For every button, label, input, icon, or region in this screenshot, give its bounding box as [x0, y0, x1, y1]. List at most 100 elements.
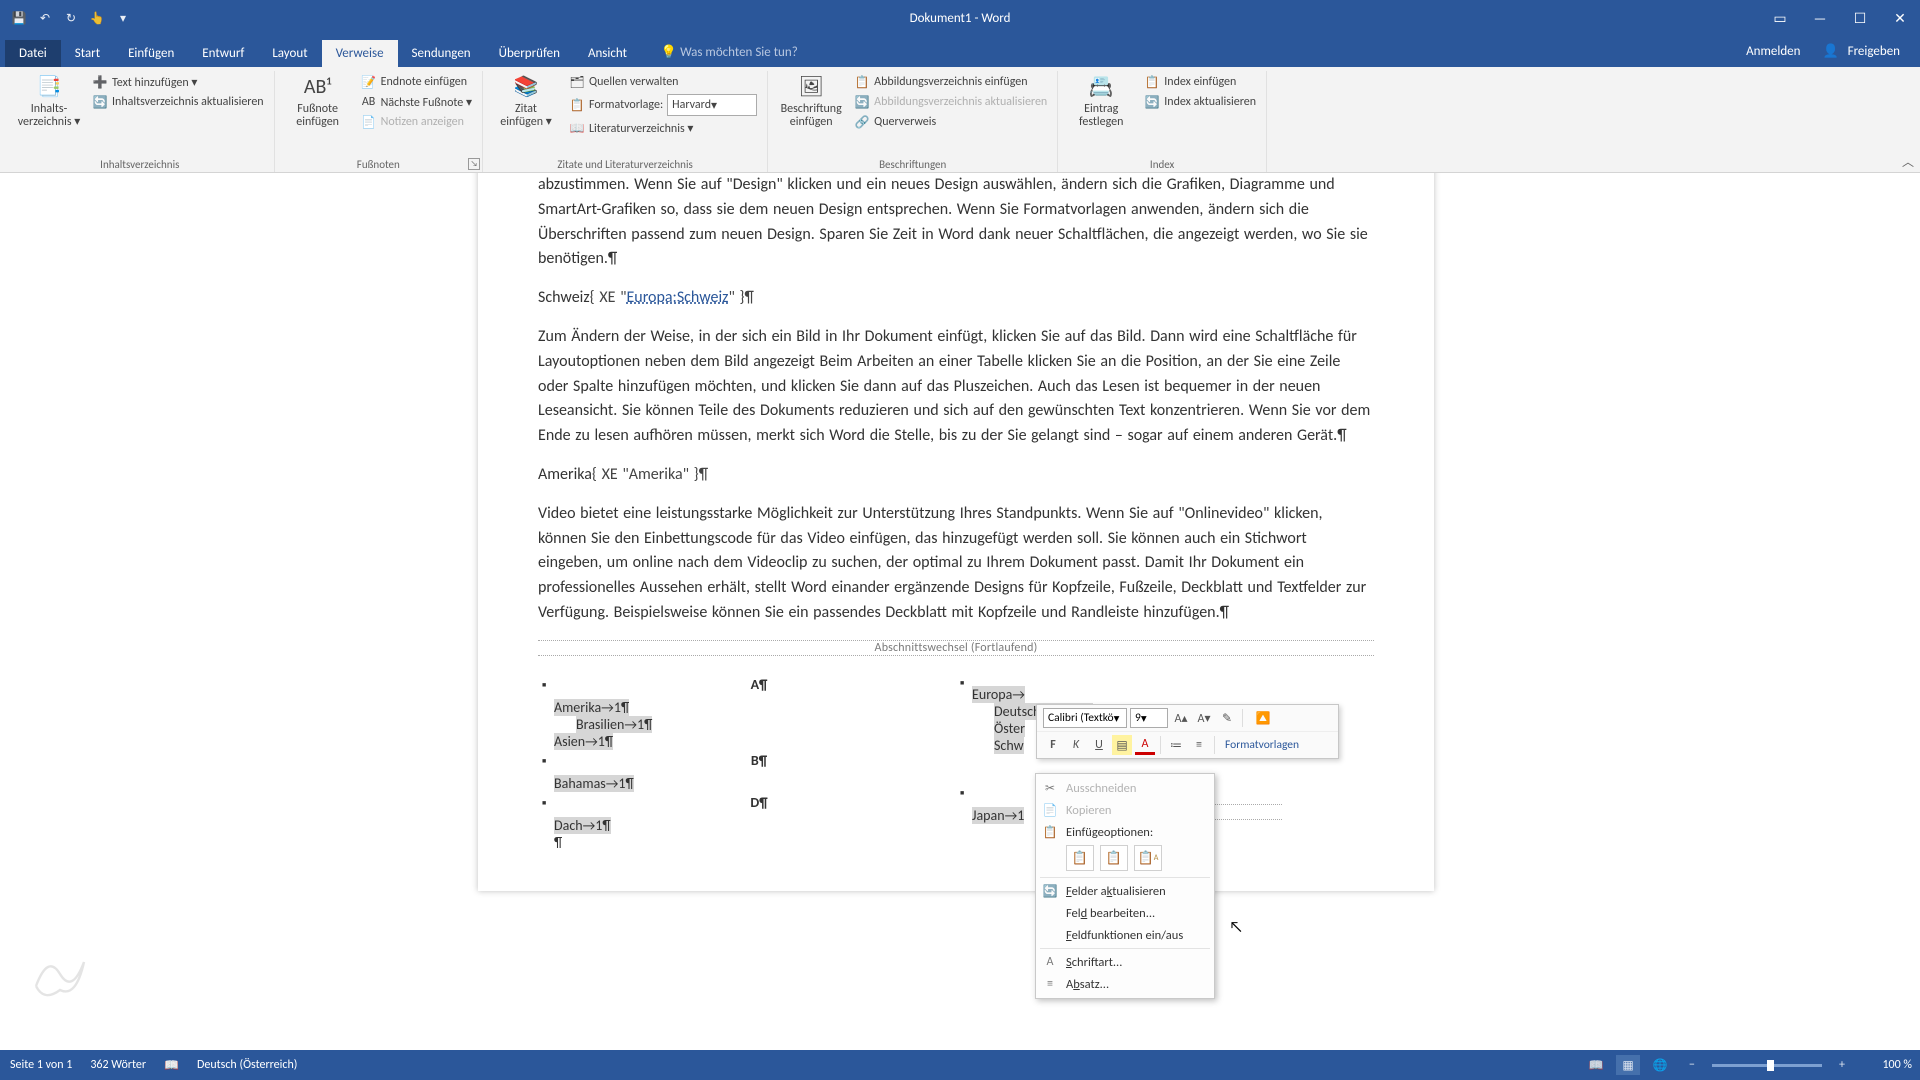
qat-redo[interactable]: ↻	[60, 8, 82, 30]
index-entry[interactable]: Europa→	[956, 686, 1374, 703]
tab-layout[interactable]: Layout	[258, 40, 321, 67]
cm-font[interactable]: ASchriftart...	[1036, 951, 1214, 973]
index-entry[interactable]: Bahamas→1¶	[538, 775, 956, 792]
qat-undo[interactable]: ↶	[34, 8, 56, 30]
index-entry-amerika[interactable]: Amerika{ XE "Amerika" }¶	[538, 463, 1374, 488]
mini-font-combo[interactable]: Calibri (Textkö▾	[1043, 708, 1127, 728]
minimize-button[interactable]: —	[1800, 0, 1840, 37]
mini-highlight[interactable]: ▤	[1112, 735, 1132, 755]
body-paragraph[interactable]: Video bietet eine leistungsstarke Möglic…	[538, 502, 1374, 626]
index-entry[interactable]: Amerika→1¶	[538, 699, 956, 716]
status-word-count[interactable]: 362 Wörter	[90, 1058, 146, 1072]
cm-toggle-field-codes[interactable]: Feldfunktionen ein/aus	[1036, 924, 1214, 946]
ribbon-display-options[interactable]: ▭	[1760, 0, 1800, 37]
index-heading[interactable]: B¶	[538, 752, 956, 769]
mini-format-painter[interactable]: ✎	[1217, 708, 1237, 728]
body-paragraph[interactable]: abzustimmen. Wenn Sie auf "Design" klick…	[538, 173, 1374, 272]
paste-text-only[interactable]: 📋A	[1134, 845, 1162, 871]
footnotes-dialog-launcher[interactable]: ↘	[468, 158, 480, 170]
insert-caption-button[interactable]: 🖼 Beschriftung einfügen	[776, 73, 846, 129]
share-button[interactable]: 👤 Freigeben	[1816, 41, 1912, 62]
mini-underline[interactable]: U	[1089, 735, 1109, 755]
index-heading[interactable]: D¶	[538, 794, 956, 811]
collapse-ribbon-button[interactable]: ︿	[1902, 153, 1914, 170]
mini-numbering[interactable]: ≡	[1189, 735, 1209, 755]
qat-touch[interactable]: 👆	[86, 8, 108, 30]
tell-me-search[interactable]: 💡 Was möchten Sie tun?	[661, 45, 798, 60]
insert-index-button[interactable]: 📋Index einfügen	[1142, 73, 1258, 91]
mini-toolbar[interactable]: Calibri (Textkö▾ 9 ▾ A▴ A▾ ✎ 🔼 F K U ▤ A…	[1036, 704, 1339, 759]
view-web-layout[interactable]: 🌐	[1648, 1055, 1672, 1075]
index-heading[interactable]: A¶	[538, 676, 956, 693]
next-footnote-button[interactable]: ABNächste Fußnote ▾	[359, 93, 474, 111]
update-index-button[interactable]: 🔄Index aktualisieren	[1142, 93, 1258, 111]
paste-keep-formatting[interactable]: 📋	[1066, 845, 1094, 871]
tab-verweise[interactable]: Verweise	[322, 40, 398, 67]
paste-merge-formatting[interactable]: 📋	[1100, 845, 1128, 871]
qat-save[interactable]: 💾	[8, 8, 30, 30]
copy-icon: 📄	[1042, 802, 1058, 818]
view-print-layout[interactable]: ▦	[1616, 1055, 1640, 1075]
insert-footnote-button[interactable]: AB¹ Fußnote einfügen	[283, 73, 353, 129]
paste-icon: 📋	[1042, 824, 1058, 840]
section-break: Abschnittswechsel (Fortlaufend)	[538, 640, 1374, 656]
body-paragraph[interactable]: Zum Ändern der Weise, in der sich ein Bi…	[538, 325, 1374, 449]
mini-styles-button[interactable]: 🔼	[1248, 708, 1278, 728]
citation-style-control[interactable]: 📋Formatvorlage: Harvard ▾	[567, 93, 759, 117]
paragraph-mark[interactable]: ¶	[538, 834, 956, 851]
bibliography-button[interactable]: 📖Literaturverzeichnis ▾	[567, 119, 759, 137]
close-button[interactable]: ✕	[1880, 0, 1920, 37]
insert-figures-list-button[interactable]: 📋Abbildungsverzeichnis einfügen	[852, 73, 1049, 91]
document-area[interactable]: abzustimmen. Wenn Sie auf "Design" klick…	[0, 173, 1920, 1050]
status-page[interactable]: Seite 1 von 1	[10, 1058, 72, 1072]
tab-datei[interactable]: Datei	[5, 40, 61, 67]
mini-bold[interactable]: F	[1043, 735, 1063, 755]
toc-button[interactable]: 📑 Inhalts- verzeichnis ▾	[14, 73, 84, 129]
mini-bullets[interactable]: ≔	[1166, 735, 1186, 755]
mini-italic[interactable]: K	[1066, 735, 1086, 755]
tab-entwurf[interactable]: Entwurf	[188, 40, 258, 67]
cm-paragraph[interactable]: ≡Absatz...	[1036, 973, 1214, 995]
zoom-out[interactable]: −	[1680, 1055, 1704, 1075]
tab-ansicht[interactable]: Ansicht	[574, 40, 641, 67]
tab-einfuegen[interactable]: Einfügen	[114, 40, 188, 67]
tab-sendungen[interactable]: Sendungen	[398, 40, 485, 67]
index-entry[interactable]: Dach→1¶	[538, 817, 956, 834]
cm-update-fields[interactable]: 🔄Felder aktualisieren	[1036, 880, 1214, 902]
tab-ueberpruefen[interactable]: Überprüfen	[485, 40, 574, 67]
view-read-mode[interactable]: 📖	[1584, 1055, 1608, 1075]
mini-shrink-font[interactable]: A▾	[1194, 708, 1214, 728]
mini-font-color[interactable]: A	[1135, 735, 1155, 755]
status-spellcheck-icon[interactable]: 📖	[164, 1058, 179, 1073]
mini-size-combo[interactable]: 9 ▾	[1130, 708, 1168, 728]
update-figures-list-button: 🔄Abbildungsverzeichnis aktualisieren	[852, 93, 1049, 111]
cm-edit-field[interactable]: Feld bearbeiten...	[1036, 902, 1214, 924]
mini-styles-link[interactable]: Formatvorlagen	[1220, 738, 1304, 752]
manage-sources-button[interactable]: 🗂Quellen verwalten	[567, 73, 759, 91]
maximize-button[interactable]: ☐	[1840, 0, 1880, 37]
mark-entry-button[interactable]: 📇 Eintrag festlegen	[1066, 73, 1136, 129]
insert-citation-button[interactable]: 📚 Zitat einfügen ▾	[491, 73, 561, 129]
index-entry-schweiz[interactable]: Schweiz{ XE "Europa:Schweiz" }¶	[538, 286, 1374, 311]
paragraph-icon: ≡	[1042, 976, 1058, 992]
page[interactable]: abzustimmen. Wenn Sie auf "Design" klick…	[478, 173, 1434, 891]
cm-paste-label: 📋Einfügeoptionen:	[1036, 821, 1214, 843]
index-subentry[interactable]: Brasilien→1¶	[538, 716, 956, 733]
zoom-level[interactable]: 100 %	[1862, 1058, 1912, 1072]
qat-customize[interactable]: ▾	[112, 8, 134, 30]
zoom-in[interactable]: +	[1830, 1055, 1854, 1075]
mini-grow-font[interactable]: A▴	[1171, 708, 1191, 728]
tab-start[interactable]: Start	[61, 40, 114, 67]
update-toc-button[interactable]: 🔄Inhaltsverzeichnis aktualisieren	[90, 93, 266, 111]
citation-icon: 📚	[511, 73, 541, 101]
toc-icon: 📑	[34, 73, 64, 101]
index-entry[interactable]: Asien→1¶	[538, 733, 956, 750]
index-bullet[interactable]	[956, 674, 1374, 686]
index-columns[interactable]: A¶ Amerika→1¶ Brasilien→1¶ Asien→1¶ B¶ B…	[538, 674, 1374, 851]
insert-endnote-button[interactable]: 📝Endnote einfügen	[359, 73, 474, 91]
sign-in-button[interactable]: Anmelden	[1740, 41, 1806, 62]
status-language[interactable]: Deutsch (Österreich)	[197, 1058, 297, 1072]
cross-reference-button[interactable]: 🔗Querverweis	[852, 113, 1049, 131]
zoom-slider[interactable]	[1712, 1064, 1822, 1067]
add-text-button[interactable]: ➕Text hinzufügen ▾	[90, 73, 266, 91]
